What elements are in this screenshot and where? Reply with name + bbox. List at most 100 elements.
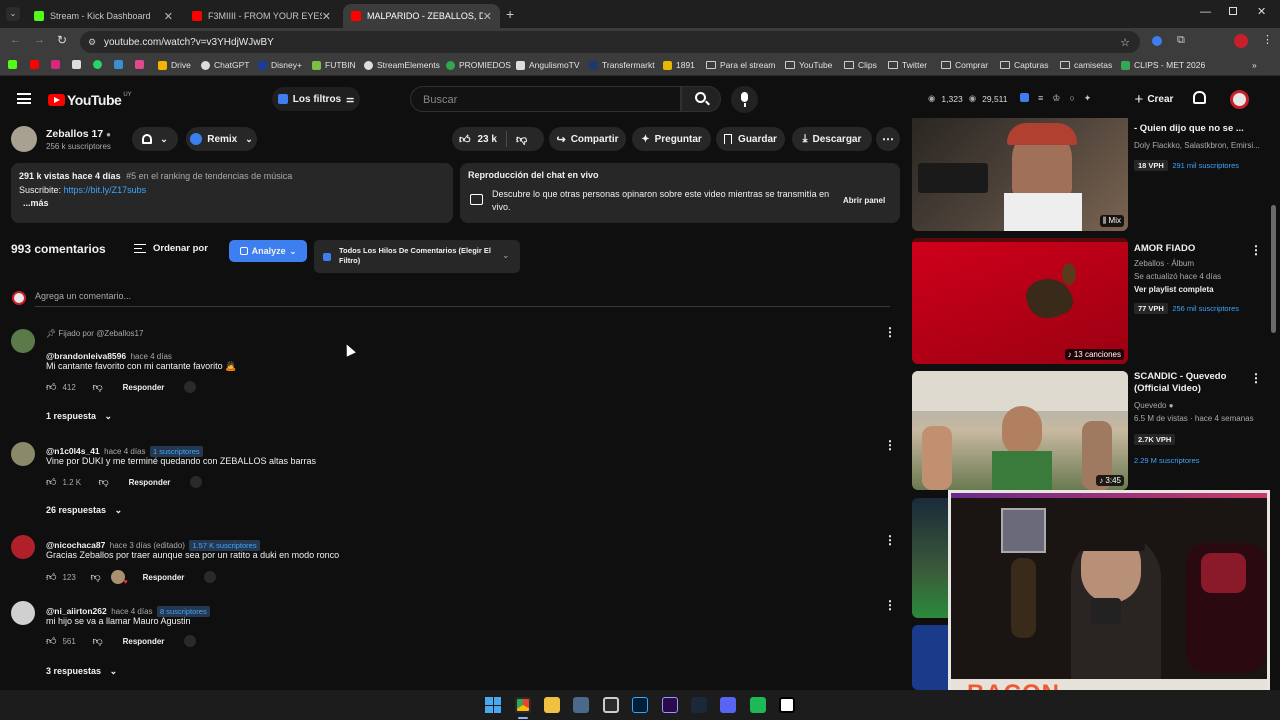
bookmark-disney[interactable]: Disney+ (258, 60, 302, 70)
browser-tab-f3miiii[interactable]: F3MIIII - FROM YOUR EYES (visu ✕ (184, 4, 339, 28)
related-video-menu-icon[interactable]: ⋮ (1250, 371, 1262, 385)
comment-time[interactable]: hace 3 días (editado) (110, 541, 185, 550)
browser-tab-kick[interactable]: Stream - Kick Dashboard ✕ (26, 4, 181, 28)
bookmark-whatsapp-icon[interactable] (93, 60, 106, 69)
browser-tab-malparido[interactable]: MALPARIDO - ZEBALLOS, DUKI ✕ (343, 4, 500, 28)
thumbs-up-icon[interactable]: 👍︎ (46, 381, 56, 393)
view-replies-button[interactable]: 26 respuestas ⌄ (46, 505, 122, 516)
thumbs-up-icon[interactable]: 👍︎ (46, 476, 56, 488)
extension-small-icon[interactable] (184, 635, 197, 647)
search-button[interactable] (681, 86, 721, 112)
related-video-thumbnail[interactable]: ♪ 3:45 (912, 371, 1128, 490)
comment-menu-icon[interactable]: ⋮ (884, 598, 896, 612)
bookmark-folder-youtube[interactable]: YouTube (785, 60, 832, 70)
obs-icon[interactable] (603, 697, 619, 713)
reply-button[interactable]: Responder (123, 637, 165, 646)
close-icon[interactable]: ✕ (164, 10, 173, 23)
youtube-logo[interactable]: YouTube UY (48, 92, 132, 108)
comment-time[interactable]: hace 4 días (111, 607, 152, 616)
profile-avatar[interactable] (1234, 34, 1248, 48)
view-replies-button[interactable]: 1 respuesta ⌄ (46, 411, 112, 422)
subscription-bell-button[interactable]: ⌄ (132, 127, 178, 151)
related-playlist-thumbnail[interactable]: ♪ 13 canciones (912, 238, 1128, 364)
related-video-thumbnail[interactable]: ⫼ Mix (912, 118, 1128, 231)
filter-extension-icon[interactable] (1020, 93, 1029, 102)
share-button[interactable]: ↪ Compartir (549, 127, 626, 151)
bookmark-x-icon[interactable] (72, 60, 85, 69)
related-video-info[interactable]: SCANDIC - Quevedo (Official Video) Queve… (1134, 371, 1264, 468)
related-video-menu-icon[interactable]: ⋮ (1250, 243, 1262, 257)
filters-button[interactable]: Los filtros ⚌ (272, 87, 360, 111)
channel-name[interactable]: Zeballos 17 ● (46, 128, 111, 140)
bookmark-folder-camisetas[interactable]: camisetas (1060, 60, 1112, 70)
remix-button[interactable]: Remix ⌄ (186, 127, 257, 151)
close-icon[interactable]: ✕ (322, 10, 331, 23)
description-box[interactable]: 291 k vistas hace 4 días #5 en el rankin… (11, 163, 453, 223)
spotify-icon[interactable] (750, 697, 766, 713)
comment-username[interactable]: @nicochaca87 (46, 540, 105, 550)
sort-comments-button[interactable]: Ordenar por (134, 243, 208, 254)
related-playlist-info[interactable]: AMOR FIADO Zeballos · Álbum Se actualizó… (1134, 243, 1264, 316)
comment-menu-icon[interactable]: ⋮ (884, 533, 896, 547)
premiere-icon[interactable] (662, 697, 678, 713)
bookmark-kick-icon[interactable] (8, 60, 21, 69)
extension-small-icon[interactable] (184, 381, 197, 393)
sparkle-icon[interactable]: ✦ (1084, 93, 1092, 104)
bookmark-futbin[interactable]: FUTBIN (312, 60, 356, 70)
dislike-button[interactable]: 👎︎ (507, 133, 527, 146)
related-video-info[interactable]: - Quien dijo que no se ... Doly Flackko,… (1134, 118, 1264, 173)
file-explorer-icon[interactable] (544, 697, 560, 713)
commenter-avatar[interactable] (11, 601, 35, 625)
thumbs-up-icon[interactable]: 👍︎ (46, 571, 56, 583)
site-info-icon[interactable]: ⚙ (88, 37, 96, 48)
bookmark-folder-clips[interactable]: Clips (844, 60, 877, 70)
app-icon[interactable] (573, 697, 589, 713)
reply-button[interactable]: Responder (129, 478, 171, 487)
reply-button[interactable]: Responder (143, 573, 185, 582)
photoshop-icon[interactable] (632, 697, 648, 713)
ask-button[interactable]: ✦ Preguntar (632, 127, 711, 151)
analyze-button[interactable]: Analyze ⌄ (229, 240, 307, 262)
bookmark-folder-comprar[interactable]: Comprar (941, 60, 988, 70)
comment-menu-icon[interactable]: ⋮ (884, 438, 896, 452)
thread-filter-dropdown[interactable]: Todos Los Hilos De Comentarios (Elegir E… (314, 240, 520, 273)
thumbs-down-icon[interactable]: 👎︎ (90, 571, 100, 583)
new-tab-icon[interactable]: + (506, 6, 514, 22)
extension-icon[interactable] (1152, 36, 1162, 46)
open-panel-button[interactable]: Abrir panel (843, 196, 885, 205)
thumbs-down-icon[interactable]: 👎︎ (92, 635, 102, 647)
reply-button[interactable]: Responder (123, 383, 165, 392)
commenter-avatar[interactable] (11, 535, 35, 559)
comment-username[interactable]: @n1c0l4s_41 (46, 446, 100, 456)
discord-icon[interactable] (720, 697, 736, 713)
extension-small-icon[interactable] (190, 476, 203, 488)
comment-username[interactable]: @ni_aiirton262 (46, 606, 107, 616)
account-avatar[interactable] (1230, 90, 1249, 109)
bookmark-star-icon[interactable]: ☆ (1120, 36, 1130, 49)
bookmark-streamelements[interactable]: StreamElements (364, 60, 440, 70)
bookmark-promiedos[interactable]: PROMIEDOS (446, 60, 511, 70)
reload-icon[interactable]: ↻ (57, 33, 67, 47)
bookmarks-overflow-icon[interactable]: » (1252, 60, 1257, 70)
view-full-playlist-link[interactable]: Ver playlist completa (1134, 283, 1264, 296)
bookmark-app2-icon[interactable] (135, 60, 148, 69)
comment-time[interactable]: hace 4 días (104, 447, 145, 456)
subscribe-link[interactable]: https://bit.ly/Z17subs (64, 185, 147, 195)
notifications-bell-icon[interactable] (1193, 91, 1206, 104)
back-icon[interactable]: ← (10, 34, 21, 46)
chat-icon[interactable]: ○ (1069, 93, 1074, 104)
scrollbar[interactable] (1271, 205, 1276, 333)
bookmark-folder-twitter[interactable]: Twitter (888, 60, 927, 70)
bookmark-angulismotv[interactable]: AngulismoTV (516, 60, 580, 70)
comment-menu-icon[interactable]: ⋮ (884, 325, 896, 339)
restore-icon[interactable] (1229, 7, 1237, 15)
bookmark-transfermarkt[interactable]: Transfermarkt (589, 60, 655, 70)
download-button[interactable]: ⤓ Descargar (792, 127, 872, 151)
tab-search-icon[interactable]: ⌄ (6, 7, 20, 21)
show-more-link[interactable]: ...más (19, 197, 445, 211)
extensions-icon[interactable]: ⧉ (1177, 34, 1185, 47)
thumbs-up-icon[interactable]: 👍︎ (46, 635, 56, 647)
url-field[interactable]: ⚙ youtube.com/watch?v=v3YHdjWJwBY ☆ (80, 31, 1140, 53)
minimize-icon[interactable]: — (1200, 6, 1211, 18)
save-button[interactable]: Guardar (716, 127, 785, 151)
